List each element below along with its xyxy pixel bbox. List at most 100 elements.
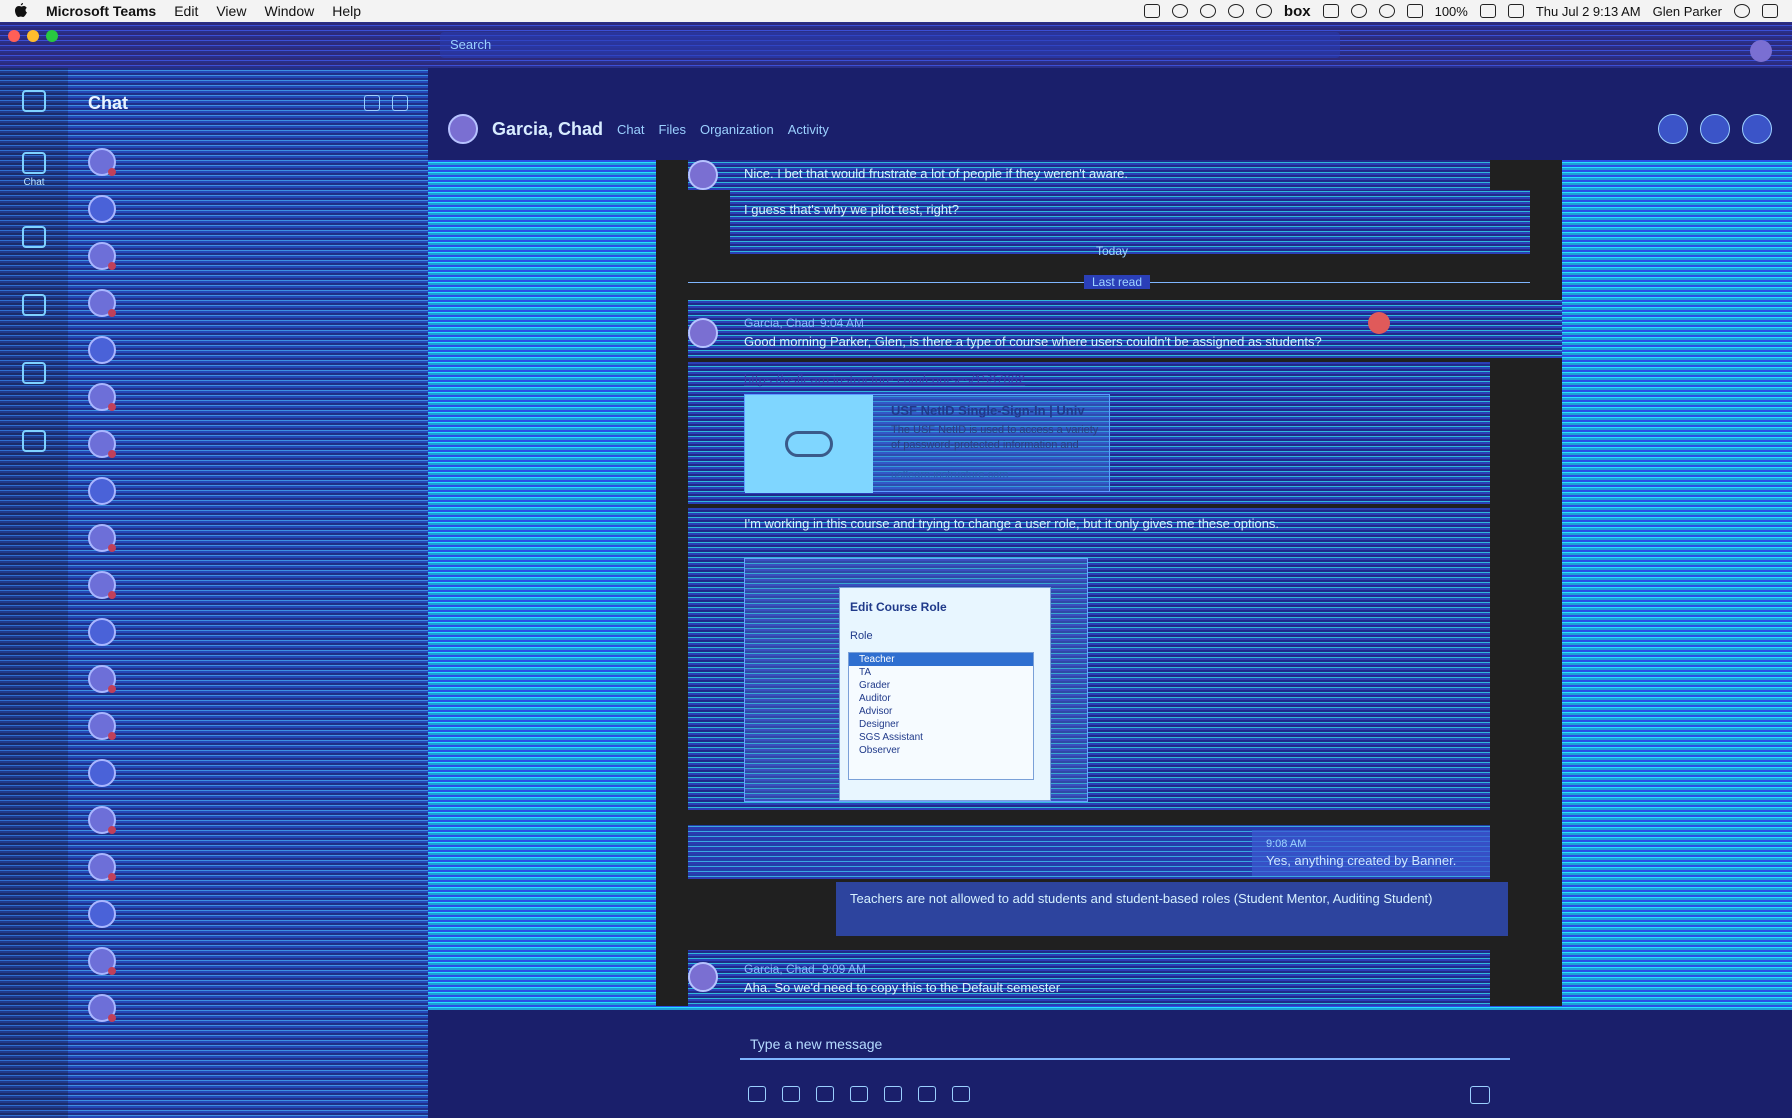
compose-input[interactable]: Type a new message: [740, 1030, 1510, 1060]
chat-list-item[interactable]: [68, 702, 428, 749]
avatar: [88, 899, 116, 928]
infinity-icon[interactable]: [1255, 4, 1272, 18]
video-call-button[interactable]: [1658, 114, 1688, 144]
chat-list-item[interactable]: [68, 749, 428, 796]
rail-calls[interactable]: [0, 340, 68, 408]
rail-files[interactable]: [0, 408, 68, 476]
my-message-time: 9:08 AM: [1266, 838, 1307, 850]
link-preview-card[interactable]: USF NetID Single-Sign-In | Univ The USF …: [744, 394, 1110, 493]
role-option: Auditor: [859, 693, 891, 704]
dialog-label: Role: [850, 630, 873, 642]
globe-icon[interactable]: [1227, 4, 1244, 18]
chat-list-item[interactable]: [68, 420, 428, 467]
chat-list-item[interactable]: [68, 796, 428, 843]
user-name[interactable]: Glen Parker: [1653, 4, 1722, 19]
apple-icon[interactable]: [14, 3, 28, 19]
time-machine-icon[interactable]: [1350, 4, 1367, 18]
last-read-label: Last read: [1084, 275, 1151, 289]
chat-list-item[interactable]: [68, 138, 428, 185]
tab-files[interactable]: Files: [659, 122, 686, 137]
chat-list-title: Chat: [88, 92, 128, 113]
zoom-icon[interactable]: [1143, 4, 1160, 18]
traffic-lights: [8, 30, 58, 42]
teams-icon: [22, 225, 46, 248]
bluetooth-icon[interactable]: [1406, 4, 1423, 18]
notification-center-icon[interactable]: [1762, 4, 1778, 18]
status-area: box 100% Thu Jul 2 9:13 AM Glen Parker: [1143, 3, 1778, 20]
tab-chat[interactable]: Chat: [617, 122, 644, 137]
tab-organization[interactable]: Organization: [700, 122, 774, 137]
chat-list-item[interactable]: [68, 984, 428, 1031]
quoted-message: Teachers are not allowed to add students…: [836, 882, 1508, 936]
chat-list-item[interactable]: [68, 185, 428, 232]
rail-activity[interactable]: [0, 68, 68, 136]
wifi-icon[interactable]: [1378, 4, 1395, 18]
my-message: 9:08 AM Yes, anything created by Banner.: [1252, 830, 1490, 876]
minimize-window-button[interactable]: [27, 30, 39, 42]
clock[interactable]: Thu Jul 2 9:13 AM: [1536, 4, 1641, 19]
spotlight-search-icon[interactable]: [1734, 4, 1750, 18]
send-icon[interactable]: [1322, 4, 1339, 18]
1password-icon[interactable]: [1199, 4, 1216, 18]
box-icon[interactable]: box: [1284, 3, 1311, 20]
chat-item-meta: [128, 254, 408, 257]
rail-teams[interactable]: [0, 204, 68, 272]
avatar: [88, 711, 116, 740]
close-window-button[interactable]: [8, 30, 20, 42]
sticker-icon[interactable]: [884, 1086, 902, 1102]
chat-list-item[interactable]: [68, 890, 428, 937]
more-options-icon[interactable]: [952, 1086, 970, 1102]
chat-title[interactable]: Garcia, Chad: [492, 119, 603, 140]
battery-icon[interactable]: [1479, 4, 1496, 18]
chat-list-item[interactable]: [68, 373, 428, 420]
menu-window[interactable]: Window: [264, 3, 314, 19]
chat-item-meta: [128, 959, 408, 962]
chat-list-item[interactable]: [68, 843, 428, 890]
chat-item-meta: [128, 301, 408, 304]
chat-list-item[interactable]: [68, 326, 428, 373]
screen-share-button[interactable]: [1742, 114, 1772, 144]
profile-avatar[interactable]: [1750, 40, 1772, 62]
emoji-icon[interactable]: [816, 1086, 834, 1102]
app-name-menu[interactable]: Microsoft Teams: [46, 3, 156, 19]
new-chat-icon[interactable]: [392, 95, 408, 111]
rail-chat[interactable]: Chat: [0, 136, 68, 204]
chat-list-item[interactable]: [68, 467, 428, 514]
audio-call-button[interactable]: [1700, 114, 1730, 144]
compose-toolbar: [748, 1086, 970, 1102]
creative-cloud-icon[interactable]: [1171, 4, 1188, 18]
gif-icon[interactable]: [850, 1086, 868, 1102]
chat-list-item[interactable]: [68, 655, 428, 702]
menu-edit[interactable]: Edit: [174, 3, 198, 19]
zoom-window-button[interactable]: [46, 30, 58, 42]
chat-list-item[interactable]: [68, 514, 428, 561]
chat-list-item[interactable]: [68, 561, 428, 608]
avatar: [88, 382, 116, 411]
chat-item-meta: [128, 395, 408, 398]
sender-avatar: [688, 962, 718, 992]
battery-percent[interactable]: 100%: [1435, 4, 1468, 19]
link-title: USF NetID Single-Sign-In | Univ: [891, 403, 1085, 418]
chat-list-item[interactable]: [68, 232, 428, 279]
format-icon[interactable]: [748, 1086, 766, 1102]
rail-chat-label: Chat: [23, 177, 45, 188]
menu-view[interactable]: View: [216, 3, 246, 19]
role-option: Advisor: [859, 706, 893, 717]
tab-activity[interactable]: Activity: [788, 122, 829, 137]
menu-help[interactable]: Help: [332, 3, 361, 19]
volume-icon[interactable]: [1507, 4, 1524, 18]
attached-screenshot[interactable]: Edit Course Role Role Teacher TA Grader …: [744, 558, 1088, 802]
search-input[interactable]: Search: [440, 32, 1340, 58]
phone-icon: [22, 361, 46, 384]
meet-icon[interactable]: [918, 1086, 936, 1102]
message-link[interactable]: https://usflearn.instructure.com/courses…: [744, 372, 1025, 387]
avatar: [88, 194, 116, 223]
filter-icon[interactable]: [364, 95, 380, 111]
chat-list-item[interactable]: [68, 608, 428, 655]
message-time: 9:09 AM: [822, 962, 867, 976]
chat-list-item[interactable]: [68, 279, 428, 326]
attach-icon[interactable]: [782, 1086, 800, 1102]
chat-list-item[interactable]: [68, 937, 428, 984]
rail-calendar[interactable]: [0, 272, 68, 340]
send-button[interactable]: [1470, 1086, 1490, 1104]
